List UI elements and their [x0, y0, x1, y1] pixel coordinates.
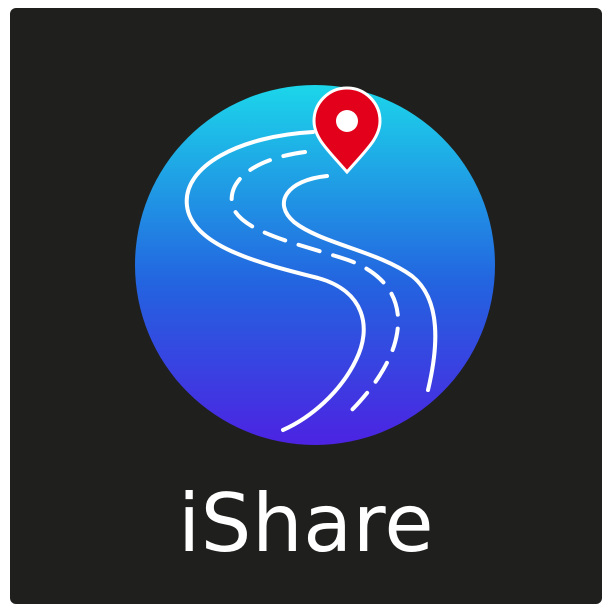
map-pin-center [336, 110, 358, 132]
logo-circle [135, 85, 495, 445]
app-name: iShare [177, 477, 435, 570]
app-icon-tile: iShare [10, 8, 602, 604]
